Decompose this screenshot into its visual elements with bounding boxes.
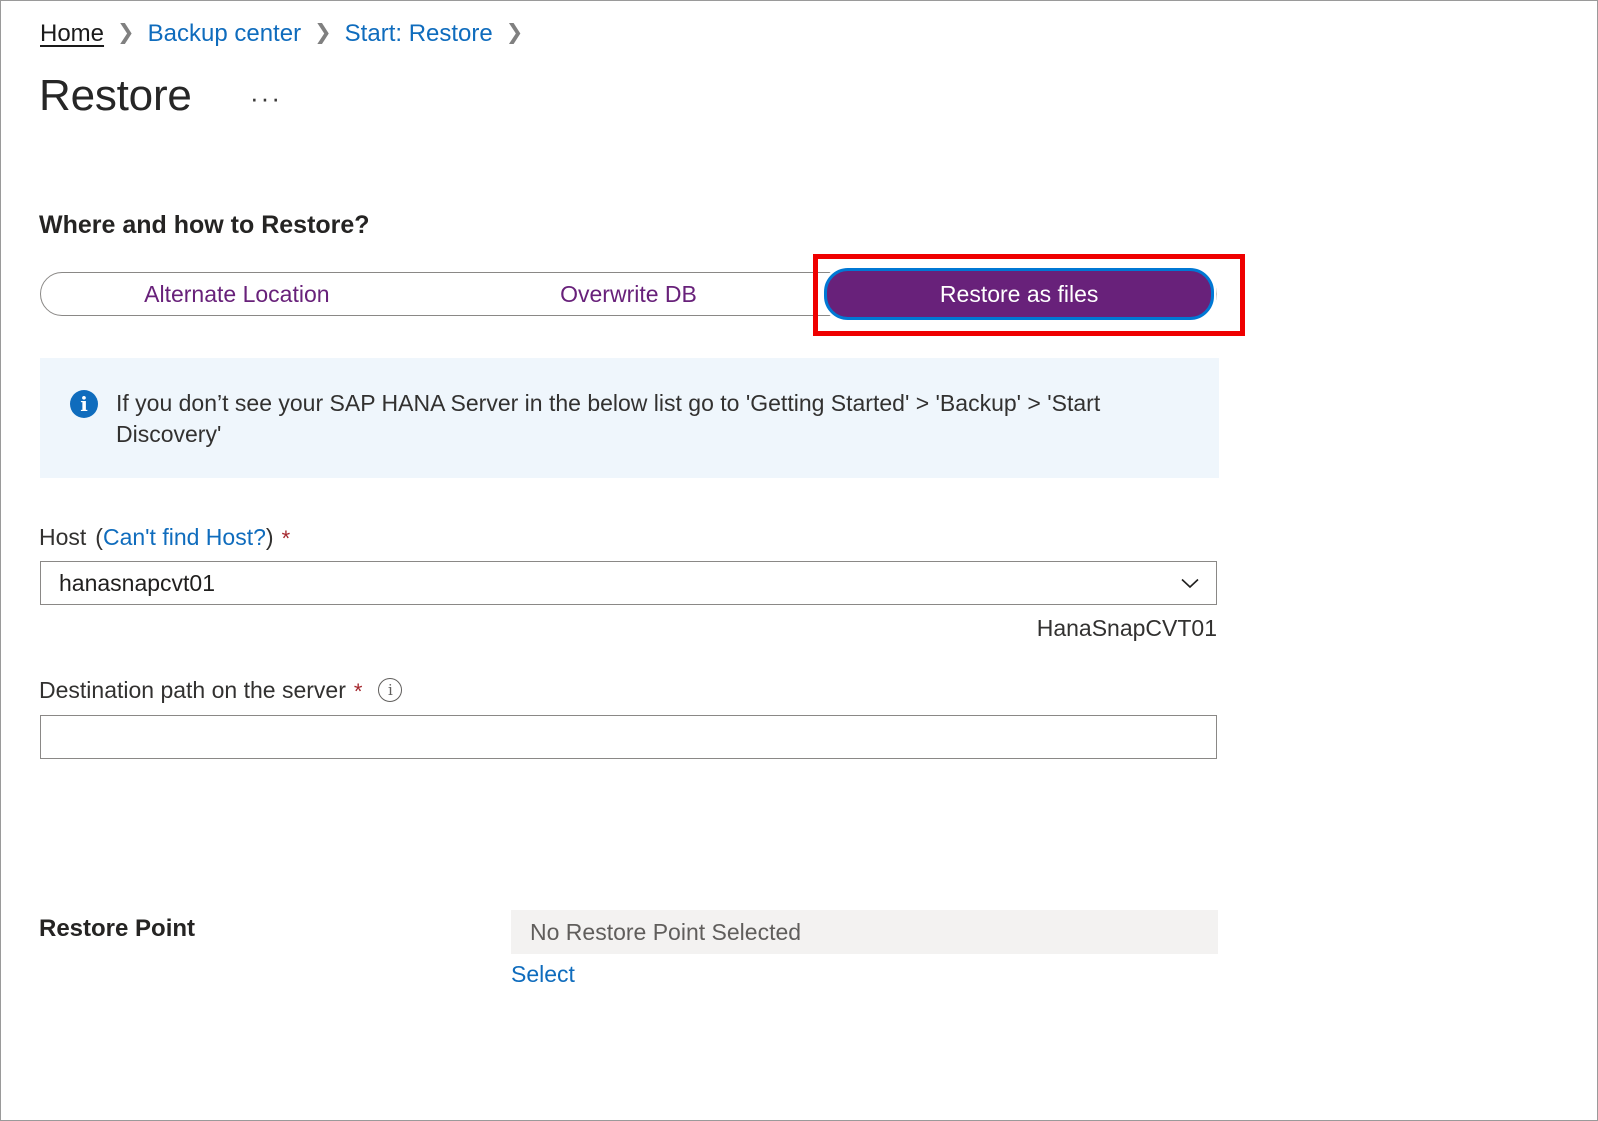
page-title: Restore: [39, 71, 192, 120]
chevron-right-icon: ❯: [117, 21, 135, 44]
tab-alternate-location[interactable]: Alternate Location: [41, 273, 433, 315]
chevron-right-icon: ❯: [314, 21, 332, 44]
section-heading: Where and how to Restore?: [39, 211, 370, 239]
restore-point-value: No Restore Point Selected: [530, 918, 802, 945]
restore-blade: Home ❯ Backup center ❯ Start: Restore ❯ …: [0, 0, 1598, 1121]
select-restore-point-link[interactable]: Select: [511, 958, 575, 990]
tab-selected-indicator: Restore as files: [824, 268, 1215, 320]
tab-restore-as-files[interactable]: Restore as files: [824, 268, 1216, 320]
chevron-right-icon: ❯: [505, 21, 524, 44]
tab-label: Restore as files: [939, 280, 1099, 307]
cant-find-host-link[interactable]: Can't find Host?: [103, 522, 266, 552]
chevron-down-icon[interactable]: [1178, 571, 1202, 595]
breadcrumb-item-home[interactable]: Home: [40, 17, 104, 51]
info-icon: i: [70, 390, 98, 418]
info-banner-text: If you don’t see your SAP HANA Server in…: [116, 390, 1101, 447]
host-field-label: Host ( Can't find Host? ) *: [39, 522, 290, 552]
host-label-text: Host: [39, 524, 87, 550]
tab-label: Overwrite DB: [560, 280, 697, 307]
breadcrumb-item-start-restore[interactable]: Start: Restore: [345, 17, 493, 51]
destination-label-text: Destination path on the server: [39, 677, 346, 703]
required-asterisk: *: [281, 526, 291, 551]
restore-mode-tabs: Alternate Location Overwrite DB Restore …: [40, 268, 1217, 320]
destination-path-label: Destination path on the server * i: [39, 675, 403, 705]
required-asterisk: *: [353, 679, 363, 704]
tab-overwrite-db[interactable]: Overwrite DB: [433, 273, 825, 315]
more-menu-button[interactable]: ···: [249, 81, 283, 115]
breadcrumb: Home ❯ Backup center ❯ Start: Restore ❯: [40, 17, 536, 51]
info-tooltip-icon[interactable]: i: [378, 678, 403, 702]
restore-point-value-box: No Restore Point Selected: [511, 910, 1218, 954]
tab-label: Alternate Location: [144, 280, 330, 307]
breadcrumb-item-backup-center[interactable]: Backup center: [148, 17, 301, 51]
destination-path-input[interactable]: [40, 715, 1217, 759]
host-dropdown-value: hanasnapcvt01: [59, 569, 216, 596]
host-helper-text: HanaSnapCVT01: [1036, 615, 1217, 641]
info-banner: i If you don’t see your SAP HANA Server …: [40, 358, 1219, 478]
host-dropdown[interactable]: hanasnapcvt01: [40, 561, 1217, 605]
restore-point-label: Restore Point: [39, 915, 196, 942]
paren-open: (: [95, 524, 103, 550]
paren-close: ): [265, 524, 274, 550]
